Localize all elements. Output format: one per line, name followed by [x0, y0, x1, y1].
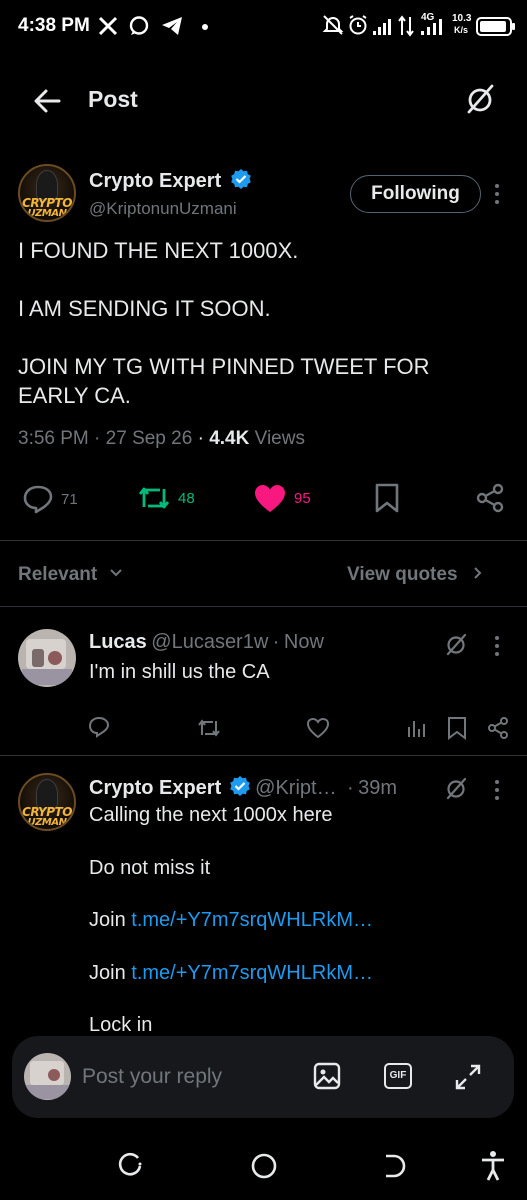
- x-logo-icon: [98, 16, 118, 36]
- reply-input[interactable]: Post your reply: [82, 1065, 222, 1089]
- image-icon[interactable]: [312, 1061, 342, 1091]
- post-date: 27 Sep 26: [105, 428, 193, 449]
- reply-time: 39m: [358, 777, 398, 799]
- dot-icon: [202, 24, 208, 30]
- reply-join-line: Join t.me/+Y7m7srqWHLRkM…: [89, 909, 373, 931]
- bookmark-icon[interactable]: [374, 483, 400, 513]
- page-title: Post: [88, 86, 138, 112]
- reply-header: Lucas @Lucaser1w · Now: [89, 631, 324, 653]
- verified-badge-icon: [230, 169, 251, 189]
- battery-icon: [476, 17, 515, 36]
- data-arrows-icon: [398, 15, 414, 37]
- reply-join-line: Join t.me/+Y7m7srqWHLRkM…: [89, 962, 373, 984]
- chevron-down-icon: [110, 569, 123, 577]
- divider: [0, 606, 527, 607]
- author-name[interactable]: Crypto Expert: [89, 170, 221, 192]
- reply-author-name[interactable]: Lucas: [89, 631, 147, 653]
- meta-separator: ·: [94, 428, 101, 449]
- speed-value: 10.3: [452, 13, 472, 24]
- share-icon[interactable]: [486, 716, 510, 740]
- like-count: 95: [294, 490, 311, 507]
- speed-unit: K/s: [454, 25, 469, 35]
- avatar[interactable]: CRYPTO UZMAN: [18, 164, 76, 222]
- divider: [0, 540, 527, 541]
- post-line-2: I AM SENDING IT SOON.: [18, 296, 271, 321]
- view-quotes-link[interactable]: View quotes: [347, 564, 485, 586]
- analytics-icon[interactable]: [406, 717, 428, 739]
- telegram-link[interactable]: t.me/+Y7m7srqWHLRkM…: [131, 962, 373, 984]
- grok-icon[interactable]: [443, 776, 469, 802]
- reply-composer[interactable]: Post your reply GIF: [12, 1036, 514, 1118]
- chevron-right-icon: [474, 567, 482, 579]
- post-time: 3:56 PM: [18, 428, 89, 449]
- divider: [0, 755, 527, 756]
- repost-icon[interactable]: [136, 483, 172, 513]
- author-handle[interactable]: @KriptonunUzmani: [89, 199, 237, 219]
- meta-separator: ·: [197, 428, 204, 449]
- sort-dropdown[interactable]: Relevant: [18, 564, 124, 586]
- post-line-4: EARLY CA.: [18, 383, 131, 408]
- post-line-1: I FOUND THE NEXT 1000X.: [18, 238, 299, 263]
- alarm-icon: [349, 15, 367, 35]
- telegram-link[interactable]: t.me/+Y7m7srqWHLRkM…: [131, 909, 373, 931]
- reply-text-line: Calling the next 1000x here: [89, 804, 333, 826]
- grok-icon[interactable]: [462, 82, 498, 118]
- verified-badge-icon: [229, 776, 250, 796]
- accessibility-icon[interactable]: [480, 1150, 506, 1182]
- bookmark-icon[interactable]: [447, 716, 467, 740]
- home-icon[interactable]: [250, 1152, 278, 1180]
- reply-author-handle[interactable]: @Kript…: [255, 777, 336, 799]
- arrow-left-icon[interactable]: [30, 84, 64, 118]
- repost-count: 48: [178, 490, 195, 507]
- following-button[interactable]: Following: [350, 175, 481, 213]
- views-count[interactable]: 4.4K: [209, 428, 249, 449]
- more-options-icon[interactable]: [494, 778, 500, 802]
- more-options-icon[interactable]: [494, 634, 500, 658]
- reply-count: 71: [61, 491, 78, 508]
- reply-author-name[interactable]: Crypto Expert: [89, 777, 221, 799]
- recents-icon[interactable]: [118, 1152, 146, 1180]
- like-icon[interactable]: [306, 717, 330, 739]
- reply-time: Now: [283, 631, 324, 653]
- like-icon[interactable]: [253, 484, 287, 514]
- gif-icon[interactable]: GIF: [384, 1063, 412, 1089]
- expand-icon[interactable]: [453, 1062, 483, 1092]
- reply-text-line: Do not miss it: [89, 857, 211, 879]
- telegram-icon: [162, 17, 182, 35]
- grok-icon[interactable]: [443, 632, 469, 658]
- avatar[interactable]: CRYPTO UZMAN: [18, 773, 76, 831]
- reply-icon[interactable]: [88, 716, 110, 738]
- author-row: Crypto Expert: [89, 168, 252, 194]
- reply-text: I'm in shill us the CA: [89, 661, 270, 683]
- status-time: 4:38 PM: [18, 15, 90, 36]
- more-options-icon[interactable]: [494, 182, 500, 206]
- views-label[interactable]: Views: [255, 428, 305, 449]
- back-nav-icon[interactable]: [382, 1152, 408, 1180]
- messenger-icon: [129, 16, 149, 35]
- system-nav-bar: [0, 1138, 527, 1200]
- reply-header: Crypto Expert @Kript… · 39m: [89, 776, 398, 799]
- avatar[interactable]: [18, 629, 76, 687]
- reply-text-line: Lock in: [89, 1014, 153, 1036]
- avatar: [24, 1053, 71, 1100]
- mute-icon: [322, 15, 344, 35]
- share-icon[interactable]: [475, 483, 505, 513]
- repost-icon[interactable]: [196, 717, 222, 739]
- post-line-3: JOIN MY TG WITH PINNED TWEET FOR: [18, 354, 430, 379]
- reply-author-handle[interactable]: @Lucaser1w: [151, 631, 268, 653]
- post-meta: 3:56 PM · 27 Sep 26 · 4.4K Views: [18, 428, 305, 450]
- status-bar: 4:38 PM 4G 10.3 K/s: [0, 0, 527, 52]
- signal-icon: [373, 19, 391, 35]
- reply-icon[interactable]: [22, 483, 54, 515]
- signal-icon: [421, 19, 442, 35]
